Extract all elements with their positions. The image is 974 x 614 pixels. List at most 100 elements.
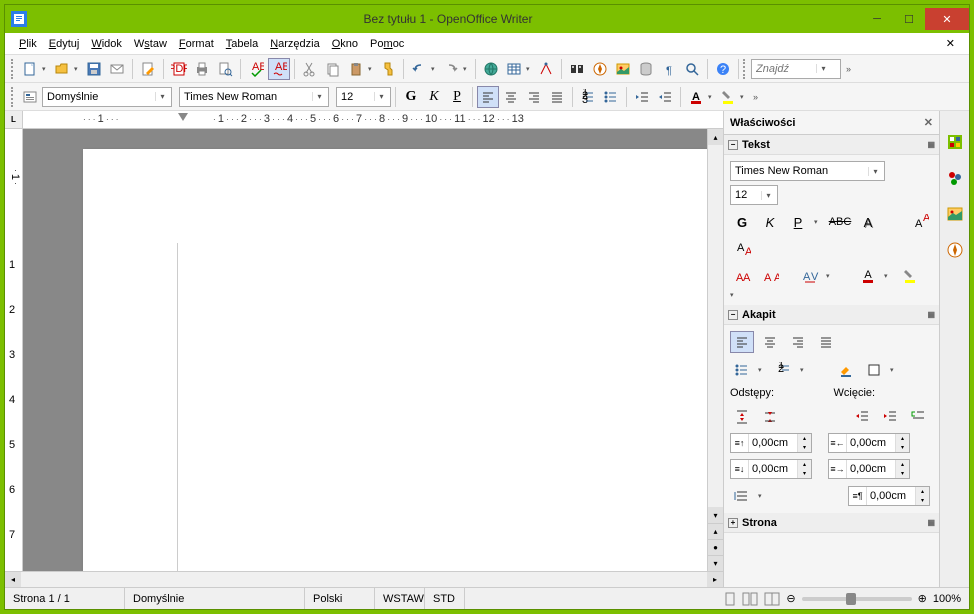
highlight-dropdown[interactable]: ▾ — [740, 93, 748, 101]
zoom-button[interactable] — [681, 58, 703, 80]
undo-dropdown[interactable]: ▾ — [431, 65, 439, 73]
align-left-button[interactable] — [477, 86, 499, 108]
align-justify-button[interactable] — [546, 86, 568, 108]
indent-first-down[interactable]: ▾ — [916, 496, 929, 505]
copy-button[interactable] — [322, 58, 344, 80]
indent-right-spinner[interactable]: ≡→ ▴▾ — [828, 459, 910, 479]
status-selection-mode[interactable]: STD — [425, 588, 465, 609]
minimize-button[interactable]: ─ — [861, 8, 893, 30]
hscroll-track[interactable] — [21, 572, 707, 587]
new-document-button[interactable] — [19, 58, 41, 80]
status-language[interactable]: Polski — [305, 588, 375, 609]
find-replace-button[interactable] — [566, 58, 588, 80]
text-more-options[interactable]: ▦ — [927, 140, 935, 149]
spellcheck-button[interactable]: ABC — [245, 58, 267, 80]
sidebar-align-justify-button[interactable] — [814, 331, 838, 353]
hruler-track[interactable]: · · · 1 · · · · 1 · · · 2 · · · 3 · · · … — [23, 111, 723, 128]
indent-first-spinner[interactable]: ≡¶ ▴▾ — [848, 486, 930, 506]
navigator-button[interactable] — [589, 58, 611, 80]
status-page[interactable]: Strona 1 / 1 — [5, 588, 125, 609]
zoom-in-button[interactable]: ⊕ — [918, 592, 927, 605]
scroll-right-button[interactable]: ▸ — [707, 572, 723, 587]
scroll-left-button[interactable]: ◂ — [5, 572, 21, 587]
decrease-indent-button[interactable] — [631, 86, 653, 108]
decrease-indent-sidebar-button[interactable] — [878, 405, 902, 427]
paragraph-style-combo[interactable]: Domyślnie ▾ — [42, 87, 172, 107]
spacing-above-down[interactable]: ▾ — [798, 443, 811, 452]
menu-view[interactable]: Widok — [85, 36, 128, 52]
horizontal-scrollbar[interactable]: ◂ ▸ — [5, 571, 723, 587]
sidebar-italic-button[interactable]: K — [758, 211, 782, 233]
help-button[interactable]: ? — [712, 58, 734, 80]
vertical-ruler[interactable]: · 1 · 1 2 3 4 5 6 7 — [5, 129, 23, 571]
paste-dropdown[interactable]: ▾ — [368, 65, 376, 73]
highlight-button[interactable] — [717, 86, 739, 108]
sidebar-fontcolor-button[interactable]: A — [856, 265, 880, 287]
menu-help[interactable]: Pomoc — [364, 36, 410, 52]
paragraph-style-arrow[interactable]: ▾ — [155, 92, 169, 101]
indent-left-spinner[interactable]: ≡← ▴▾ — [828, 433, 910, 453]
export-pdf-button[interactable]: PDF — [168, 58, 190, 80]
underline-button[interactable]: P — [446, 86, 468, 108]
sidebar-font-combo[interactable]: Times New Roman ▾ — [730, 161, 885, 181]
indent-first-up[interactable]: ▴ — [916, 487, 929, 496]
numbering-button[interactable]: 123 — [577, 86, 599, 108]
sidebar-parabg-dropdown[interactable]: ▾ — [890, 366, 900, 374]
sidebar-subscript-button[interactable]: AA — [730, 237, 754, 259]
sidebar-fontcolor-dropdown[interactable]: ▾ — [884, 272, 894, 280]
sidebar-numbering-button[interactable]: 12 — [772, 359, 796, 381]
sidebar-shadow-button[interactable]: A — [856, 211, 880, 233]
redo-dropdown[interactable]: ▾ — [463, 65, 471, 73]
sidebar-numbering-dropdown[interactable]: ▾ — [800, 366, 810, 374]
bold-button[interactable]: G — [400, 86, 422, 108]
email-button[interactable] — [106, 58, 128, 80]
toolbar-overflow[interactable]: » — [846, 64, 851, 74]
sidetab-navigator[interactable] — [944, 239, 966, 261]
sidebar-highlight-button[interactable] — [898, 265, 922, 287]
line-spacing-button[interactable] — [730, 485, 754, 507]
spacing-above-input[interactable] — [749, 434, 797, 452]
menu-tools[interactable]: Narzędzia — [264, 36, 326, 52]
show-draw-functions-button[interactable] — [535, 58, 557, 80]
bullets-button[interactable] — [600, 86, 622, 108]
redo-button[interactable] — [440, 58, 462, 80]
paragraph-more-options[interactable]: ▦ — [927, 310, 935, 319]
spacing-above-spinner[interactable]: ≡↑ ▴▾ — [730, 433, 812, 453]
menu-window[interactable]: Okno — [326, 36, 364, 52]
open-dropdown[interactable]: ▾ — [74, 65, 82, 73]
section-paragraph-toggle[interactable]: − — [728, 310, 738, 320]
find-input[interactable] — [756, 63, 816, 75]
prev-page-button[interactable]: ▴ — [708, 523, 723, 539]
decrease-spacing-button[interactable] — [758, 405, 782, 427]
gallery-button[interactable] — [612, 58, 634, 80]
print-preview-button[interactable] — [214, 58, 236, 80]
hyperlink-button[interactable] — [480, 58, 502, 80]
document-canvas[interactable] — [23, 129, 707, 571]
close-button[interactable]: ✕ — [925, 8, 969, 30]
find-toolbar[interactable]: ▾ — [751, 59, 841, 79]
maximize-button[interactable]: ☐ — [893, 8, 925, 30]
table-dropdown[interactable]: ▾ — [526, 65, 534, 73]
save-button[interactable] — [83, 58, 105, 80]
scroll-up-button[interactable]: ▴ — [708, 129, 723, 145]
increase-spacing-button[interactable] — [730, 405, 754, 427]
indent-right-up[interactable]: ▴ — [896, 460, 909, 469]
sidebar-strikethrough-button[interactable]: ABC — [828, 211, 852, 233]
font-size-combo[interactable]: 12 ▾ — [336, 87, 391, 107]
section-paragraph-header[interactable]: − Akapit ▦ — [724, 305, 939, 325]
spacing-below-spinner[interactable]: ≡↓ ▴▾ — [730, 459, 812, 479]
vertical-scrollbar[interactable]: ▴ ▾ ▴ ● ▾ — [707, 129, 723, 571]
view-layout-single-icon[interactable] — [724, 592, 736, 606]
indent-left-up[interactable]: ▴ — [896, 434, 909, 443]
sidebar-underline-button[interactable]: P — [786, 211, 810, 233]
align-right-button[interactable] — [523, 86, 545, 108]
section-page-header[interactable]: + Strona ▦ — [724, 513, 939, 533]
navigation-button[interactable]: ● — [708, 539, 723, 555]
status-insert-mode[interactable]: WSTAW — [375, 588, 425, 609]
sidebar-bullets-dropdown[interactable]: ▾ — [758, 366, 768, 374]
sidebar-superscript-button[interactable]: AA — [908, 211, 932, 233]
zoom-percent[interactable]: 100% — [933, 593, 961, 605]
menu-file[interactable]: Plik — [13, 36, 43, 52]
menu-table[interactable]: Tabela — [220, 36, 264, 52]
horizontal-ruler[interactable]: L · · · 1 · · · · 1 · · · 2 · · · 3 · · … — [5, 111, 723, 129]
